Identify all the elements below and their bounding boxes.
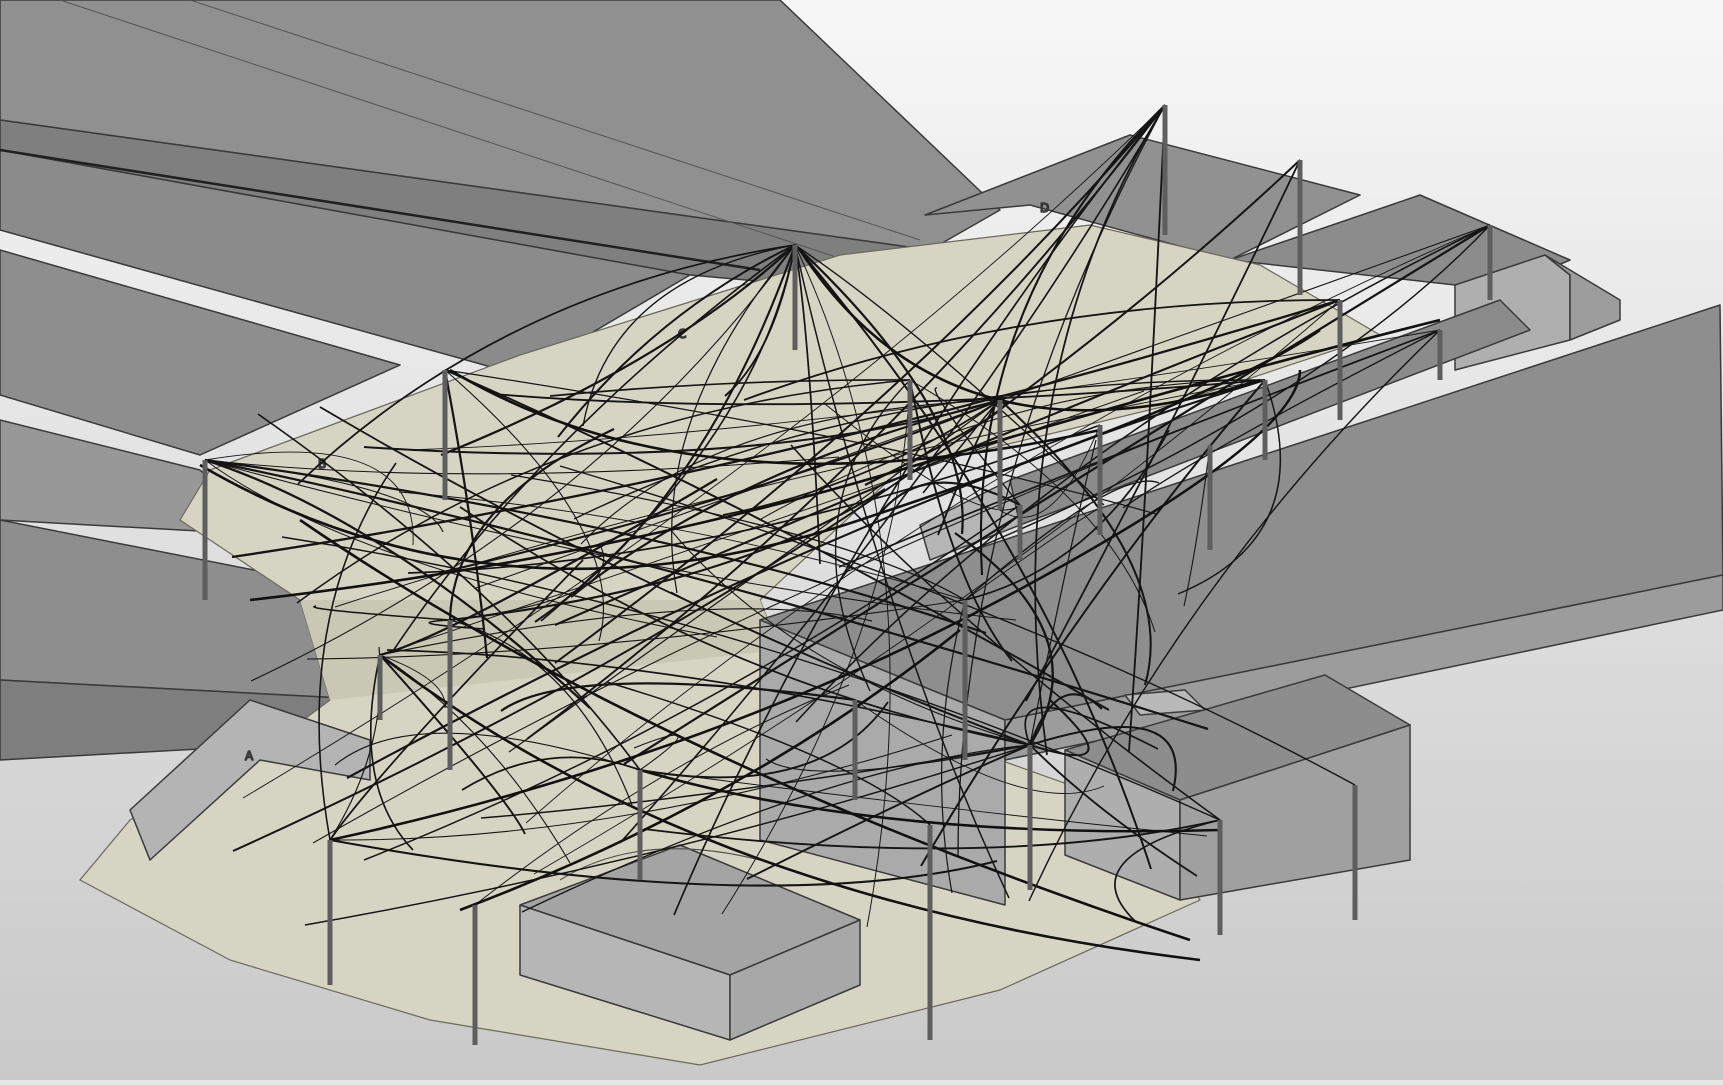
model-viewport[interactable]: A B C D [0, 0, 1723, 1080]
zone-label-d: D [1040, 201, 1049, 215]
3d-scene: A B C D [0, 0, 1723, 1080]
zone-label-a: A [245, 749, 254, 763]
